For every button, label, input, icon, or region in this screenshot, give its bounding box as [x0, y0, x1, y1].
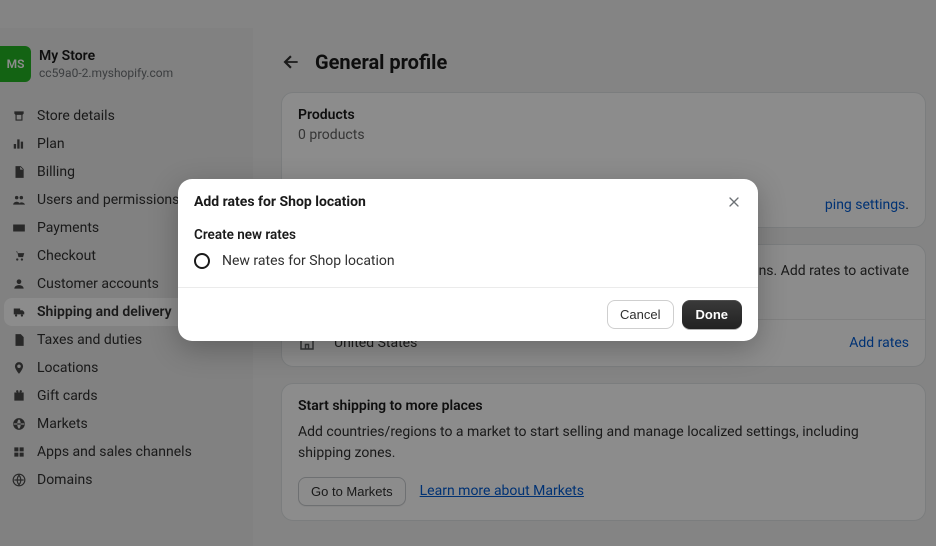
radio-new-rates[interactable]: New rates for Shop location	[194, 253, 742, 269]
modal-section-title: Create new rates	[194, 227, 742, 243]
modal-overlay[interactable]: Add rates for Shop location Create new r…	[0, 0, 936, 546]
modal-title: Add rates for Shop location	[194, 194, 366, 210]
add-rates-modal: Add rates for Shop location Create new r…	[178, 179, 758, 341]
radio-label: New rates for Shop location	[222, 253, 395, 269]
close-icon[interactable]	[726, 194, 742, 210]
cancel-button[interactable]: Cancel	[607, 300, 673, 329]
done-button[interactable]: Done	[682, 300, 743, 329]
radio-button-icon	[194, 253, 210, 269]
